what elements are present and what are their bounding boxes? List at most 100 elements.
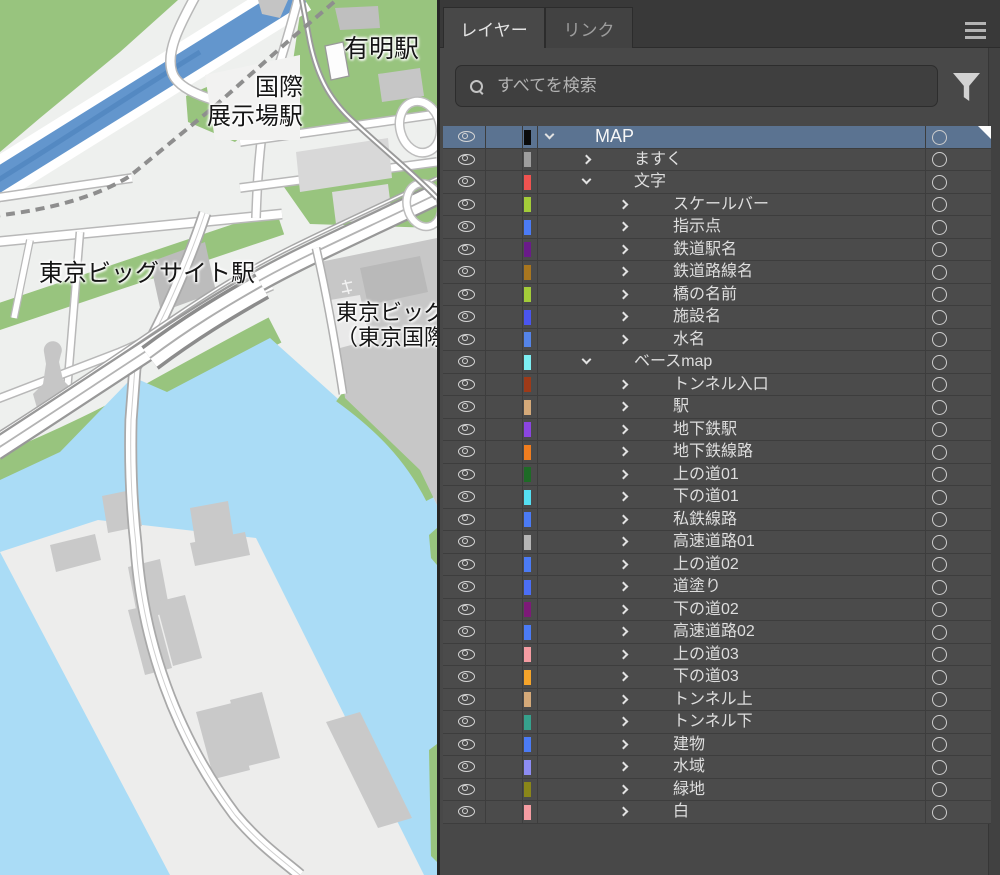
layer-row[interactable]: 上の道01 (443, 464, 991, 487)
visibility-eye-icon[interactable] (458, 176, 475, 187)
layer-name[interactable]: トンネル上 (673, 689, 753, 710)
visibility-eye-icon[interactable] (458, 491, 475, 502)
layer-name[interactable]: 私鉄線路 (673, 509, 737, 530)
layer-row[interactable]: ベースmap (443, 351, 991, 374)
visibility-eye-icon[interactable] (458, 581, 475, 592)
layer-name[interactable]: 水名 (673, 329, 705, 350)
visibility-eye-icon[interactable] (458, 761, 475, 772)
target-circle-icon[interactable] (932, 580, 947, 595)
target-circle-icon[interactable] (932, 355, 947, 370)
layer-name[interactable]: スケールバー (673, 194, 769, 215)
filter-funnel-icon[interactable] (953, 73, 980, 101)
layer-row[interactable]: 私鉄線路 (443, 509, 991, 532)
target-circle-icon[interactable] (932, 400, 947, 415)
target-circle-icon[interactable] (932, 445, 947, 460)
expand-chevron-icon[interactable] (619, 222, 629, 232)
search-field[interactable] (455, 65, 938, 107)
visibility-eye-icon[interactable] (458, 559, 475, 570)
layer-row[interactable]: 高速道路01 (443, 531, 991, 554)
layer-name[interactable]: 橋の名前 (673, 284, 737, 305)
visibility-eye-icon[interactable] (458, 626, 475, 637)
visibility-eye-icon[interactable] (458, 784, 475, 795)
layer-row[interactable]: 上の道02 (443, 554, 991, 577)
layer-row[interactable]: 建物 (443, 734, 991, 757)
target-circle-icon[interactable] (932, 670, 947, 685)
expand-chevron-icon[interactable] (619, 267, 629, 277)
layer-row[interactable]: スケールバー (443, 194, 991, 217)
visibility-eye-icon[interactable] (458, 199, 475, 210)
expand-chevron-icon[interactable] (582, 355, 592, 365)
expand-chevron-icon[interactable] (619, 379, 629, 389)
visibility-eye-icon[interactable] (458, 469, 475, 480)
tab-links[interactable]: リンク (545, 7, 633, 48)
layer-row[interactable]: 鉄道駅名 (443, 239, 991, 262)
layer-row[interactable]: 橋の名前 (443, 284, 991, 307)
layer-name[interactable]: 上の道02 (673, 554, 739, 575)
target-circle-icon[interactable] (932, 220, 947, 235)
target-circle-icon[interactable] (932, 760, 947, 775)
visibility-eye-icon[interactable] (458, 334, 475, 345)
target-circle-icon[interactable] (932, 197, 947, 212)
target-circle-icon[interactable] (932, 805, 947, 820)
target-circle-icon[interactable] (932, 602, 947, 617)
expand-chevron-icon[interactable] (619, 762, 629, 772)
expand-chevron-icon[interactable] (619, 312, 629, 322)
visibility-eye-icon[interactable] (458, 739, 475, 750)
target-circle-icon[interactable] (932, 692, 947, 707)
visibility-eye-icon[interactable] (458, 311, 475, 322)
layer-row[interactable]: 下の道03 (443, 666, 991, 689)
visibility-eye-icon[interactable] (458, 806, 475, 817)
layer-row[interactable]: ますく (443, 149, 991, 172)
target-circle-icon[interactable] (932, 467, 947, 482)
layer-row[interactable]: 施設名 (443, 306, 991, 329)
visibility-eye-icon[interactable] (458, 536, 475, 547)
layer-row[interactable]: 指示点 (443, 216, 991, 239)
target-circle-icon[interactable] (932, 175, 947, 190)
layer-name[interactable]: 指示点 (673, 216, 721, 237)
expand-chevron-icon[interactable] (619, 244, 629, 254)
expand-chevron-icon[interactable] (619, 649, 629, 659)
target-circle-icon[interactable] (932, 557, 947, 572)
layer-name[interactable]: 緑地 (673, 779, 705, 800)
layer-name[interactable]: 鉄道路線名 (673, 261, 753, 282)
layer-name[interactable]: 水域 (673, 756, 705, 777)
layer-name[interactable]: 地下鉄駅 (673, 419, 737, 440)
layer-row[interactable]: 高速道路02 (443, 621, 991, 644)
expand-chevron-icon[interactable] (619, 402, 629, 412)
layer-row[interactable]: 水名 (443, 329, 991, 352)
layer-row[interactable]: トンネル入口 (443, 374, 991, 397)
layer-name[interactable]: 鉄道駅名 (673, 239, 737, 260)
layer-row[interactable]: トンネル下 (443, 711, 991, 734)
visibility-eye-icon[interactable] (458, 446, 475, 457)
layer-row[interactable]: 水域 (443, 756, 991, 779)
target-circle-icon[interactable] (932, 647, 947, 662)
visibility-eye-icon[interactable] (458, 266, 475, 277)
target-circle-icon[interactable] (932, 152, 947, 167)
layer-row[interactable]: 上の道03 (443, 644, 991, 667)
expand-chevron-icon[interactable] (619, 694, 629, 704)
expand-chevron-icon[interactable] (619, 289, 629, 299)
layer-name[interactable]: 白 (673, 801, 689, 822)
search-input[interactable] (495, 75, 937, 97)
layer-row[interactable]: 道塗り (443, 576, 991, 599)
target-circle-icon[interactable] (932, 782, 947, 797)
layer-name[interactable]: 下の道02 (673, 599, 739, 620)
layer-row[interactable]: 文字 (443, 171, 991, 194)
visibility-eye-icon[interactable] (458, 244, 475, 255)
layer-row[interactable]: トンネル上 (443, 689, 991, 712)
layer-name[interactable]: トンネル入口 (673, 374, 769, 395)
expand-chevron-icon[interactable] (619, 469, 629, 479)
layer-row[interactable]: 鉄道路線名 (443, 261, 991, 284)
tab-layers[interactable]: レイヤー (443, 7, 545, 48)
layer-row[interactable]: 下の道01 (443, 486, 991, 509)
target-circle-icon[interactable] (932, 422, 947, 437)
layer-row[interactable]: MAP (443, 126, 991, 149)
expand-chevron-icon[interactable] (619, 627, 629, 637)
layer-row[interactable]: 緑地 (443, 779, 991, 802)
target-circle-icon[interactable] (932, 535, 947, 550)
expand-chevron-icon[interactable] (619, 447, 629, 457)
visibility-eye-icon[interactable] (458, 604, 475, 615)
target-circle-icon[interactable] (932, 715, 947, 730)
expand-chevron-icon[interactable] (619, 717, 629, 727)
visibility-eye-icon[interactable] (458, 289, 475, 300)
